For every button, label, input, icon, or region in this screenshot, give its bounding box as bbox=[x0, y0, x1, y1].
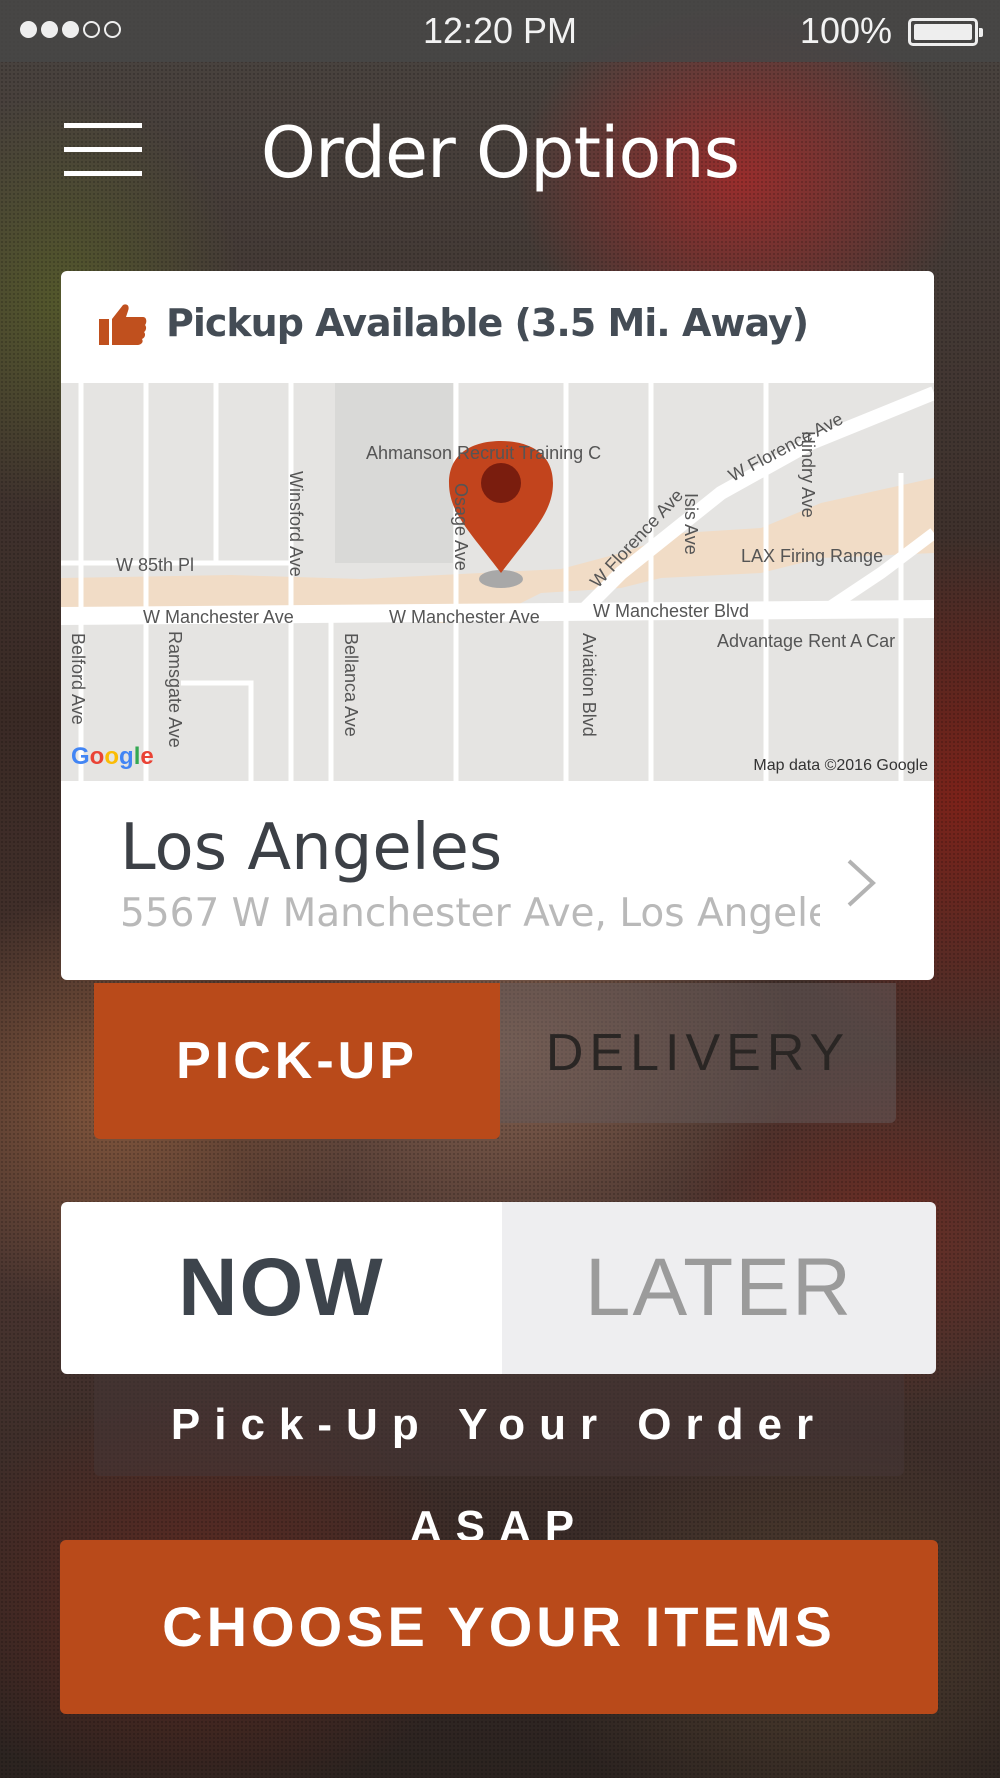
map-label-ramsgate-ave: Ramsgate Ave bbox=[165, 631, 185, 748]
pickup-availability-row: Pickup Available (3.5 Mi. Away) bbox=[61, 271, 934, 383]
timing-hint: Pick-Up Your Order ASAP bbox=[94, 1374, 904, 1551]
location-selector[interactable]: Los Angeles 5567 W Manchester Ave, Los A… bbox=[61, 781, 934, 980]
map-attribution: Map data ©2016 Google bbox=[753, 757, 928, 774]
map-view[interactable]: Ahmanson Recruit Training C W 85th Pl W … bbox=[61, 383, 934, 781]
page-title: Order Options bbox=[260, 112, 740, 194]
map-label-w-manchester-ave: W Manchester Ave bbox=[143, 607, 294, 627]
pickup-availability-text: Pickup Available (3.5 Mi. Away) bbox=[166, 301, 809, 345]
map-label-winsford-ave: Winsford Ave bbox=[286, 471, 306, 577]
map-label-advantage-rent-a-car: Advantage Rent A Car bbox=[717, 631, 896, 651]
map-label-hindry-ave: Hindry Ave bbox=[798, 431, 818, 518]
map-label-bellanca-ave: Bellanca Ave bbox=[341, 633, 361, 737]
battery-icon bbox=[908, 18, 983, 46]
chevron-right-icon bbox=[847, 859, 876, 907]
google-logo: Google bbox=[71, 743, 154, 770]
location-address: 5567 W Manchester Ave, Los Angele... bbox=[120, 891, 820, 936]
battery-percent: 100% bbox=[799, 10, 892, 51]
map-label-ahmanson: Ahmanson Recruit Training C bbox=[366, 443, 602, 463]
map-label-lax-firing-range: LAX Firing Range bbox=[741, 546, 884, 566]
location-card: Pickup Available (3.5 Mi. Away) Ahmanson… bbox=[61, 271, 934, 980]
pickup-button[interactable]: PICK-UP bbox=[94, 983, 500, 1139]
now-button[interactable]: NOW bbox=[61, 1202, 502, 1374]
map-label-isis-ave: Isis Ave bbox=[681, 493, 701, 555]
thumbs-up-icon bbox=[99, 304, 147, 345]
delivery-button[interactable]: DELIVERY bbox=[500, 983, 896, 1123]
map-label-w-85th-pl: W 85th Pl bbox=[116, 555, 195, 575]
map-label-belford-ave: Belford Ave bbox=[68, 633, 88, 725]
choose-items-button[interactable]: CHOOSE YOUR ITEMS bbox=[60, 1540, 938, 1714]
map-label-w-manchester-ave-2: W Manchester Ave bbox=[389, 607, 540, 627]
map-label-w-manchester-blvd: W Manchester Blvd bbox=[593, 601, 750, 621]
later-button[interactable]: LATER bbox=[502, 1202, 936, 1374]
status-bar: 12:20 PM 100% bbox=[0, 0, 1000, 62]
timing-toggle: NOW LATER bbox=[61, 1202, 936, 1374]
map-label-aviation-blvd: Aviation Blvd bbox=[579, 633, 599, 737]
map-label-osage-ave: Osage Ave bbox=[451, 483, 471, 571]
location-city: Los Angeles bbox=[120, 811, 503, 885]
